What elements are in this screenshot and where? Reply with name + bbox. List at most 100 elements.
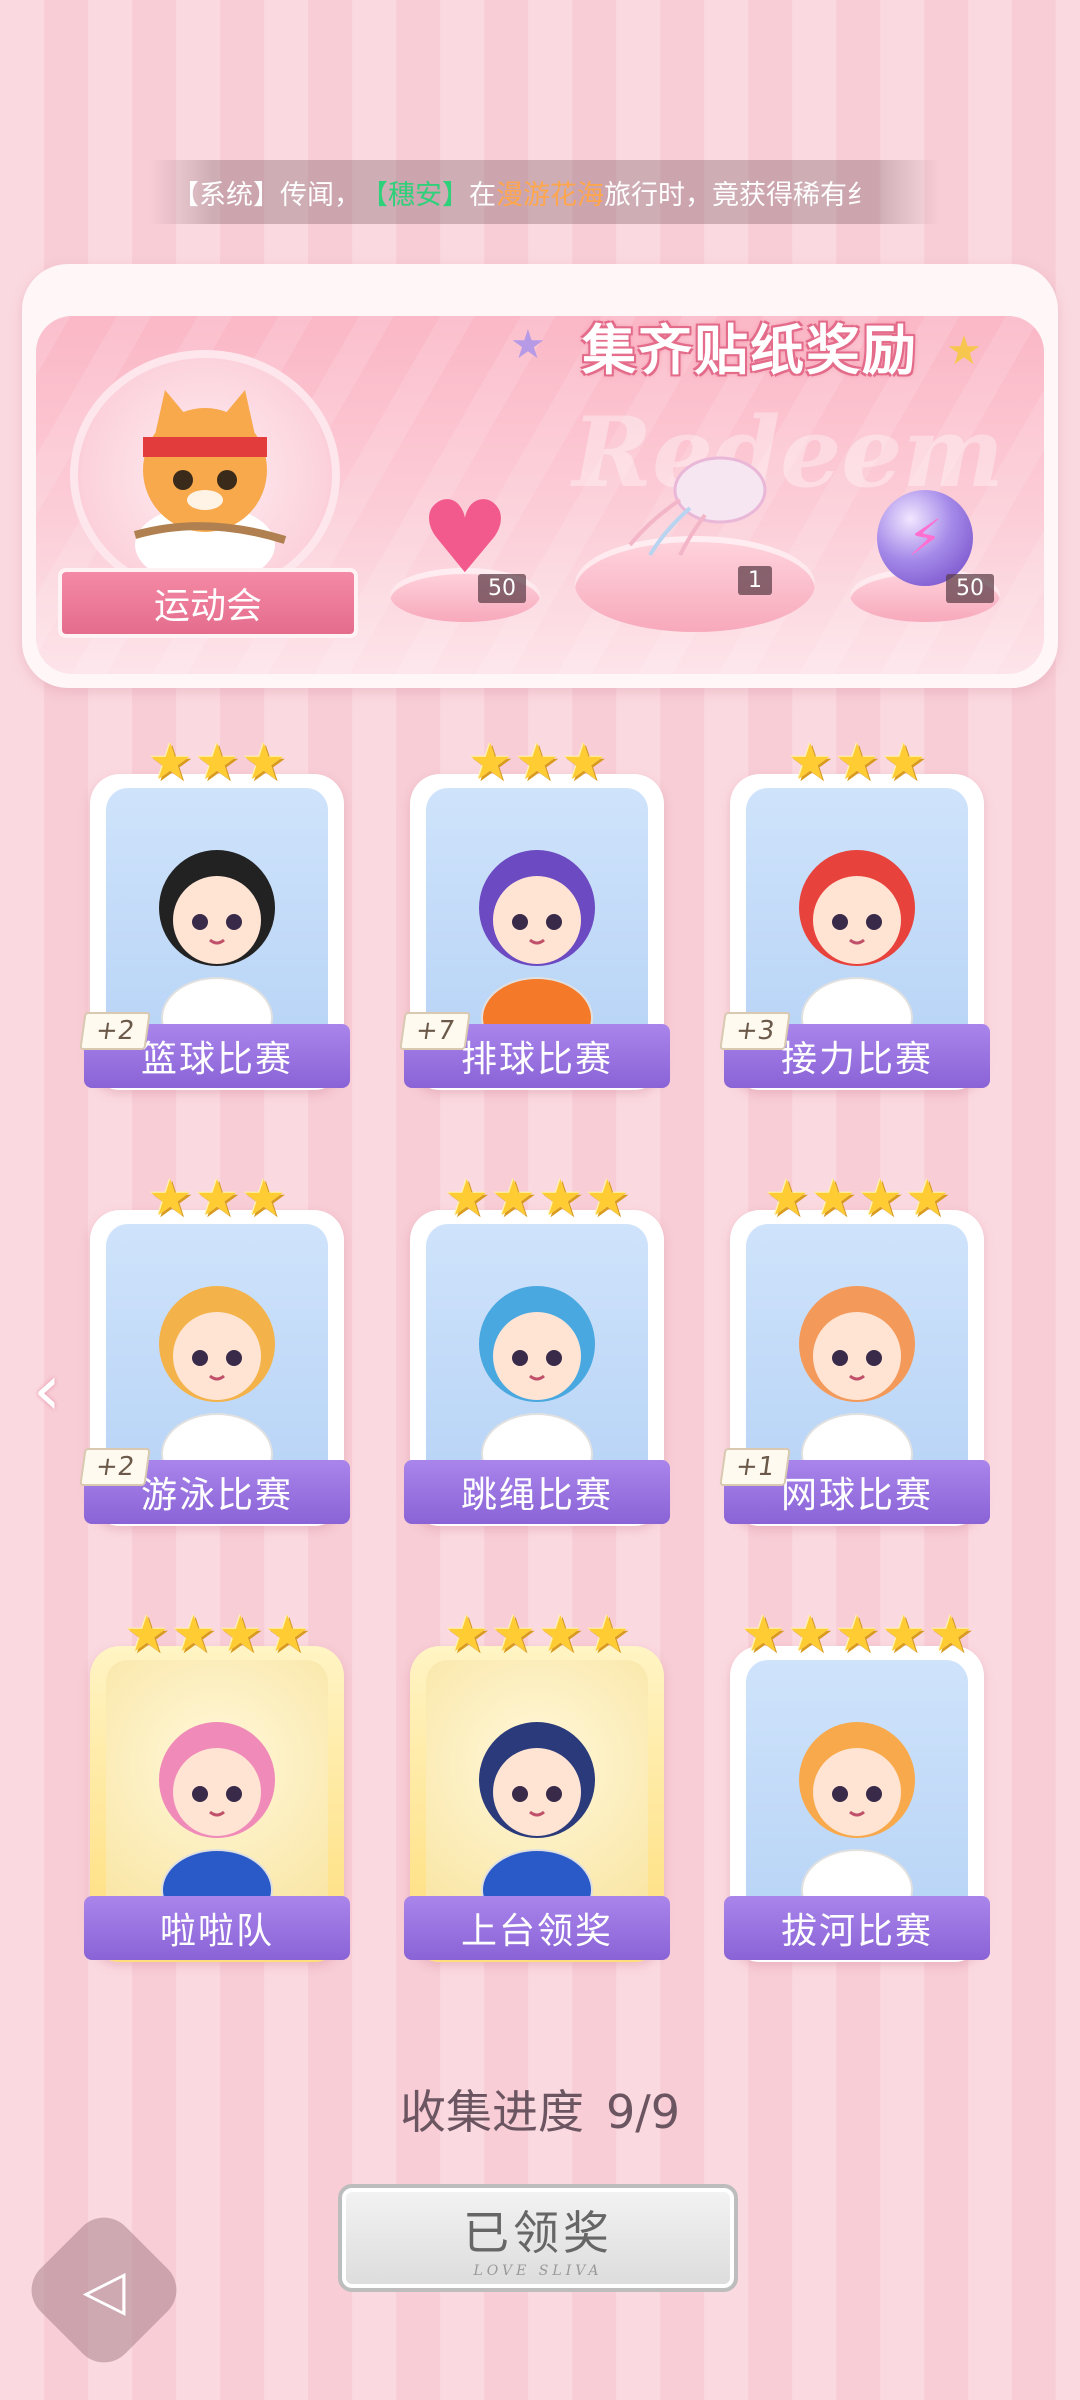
back-arrow-icon: ◁	[82, 2257, 126, 2323]
chibi-character-icon	[159, 1286, 275, 1482]
star-icon: ★	[241, 1169, 287, 1227]
sticker-art	[106, 1660, 328, 1918]
system-broadcast-marquee: 【系统】传闻， 【穗安】 在 漫游花海 旅行时，竟获得稀有纟	[150, 160, 940, 224]
marquee-mid: 在	[469, 179, 496, 211]
star-icon: ★	[514, 733, 560, 791]
star-icon: ★	[124, 1605, 170, 1663]
star-icon: ★	[171, 1605, 216, 1663]
previous-page-arrow-icon[interactable]: ‹	[22, 1349, 72, 1431]
collection-progress: 收集进度 9/9	[0, 2076, 1080, 2142]
star-icon: ★	[538, 1169, 583, 1227]
sticker-card[interactable]: ★ ★ ★ 接力比赛 +3	[719, 734, 990, 1090]
star-icon: ★	[194, 1169, 240, 1227]
reward-count: 50	[478, 574, 526, 603]
sticker-card[interactable]: ★ ★ ★ 排球比赛 +7	[399, 734, 670, 1090]
star-rating: ★ ★ ★	[410, 734, 664, 790]
star-icon: ★	[491, 1605, 536, 1663]
sticker-card[interactable]: ★ ★ ★ ★ 上台领奖	[404, 1606, 670, 1962]
chibi-character-icon	[479, 850, 595, 1046]
claimed-button-label: 已领奖	[463, 2206, 613, 2260]
star-icon: ★	[561, 733, 607, 791]
chibi-character-icon	[799, 1722, 915, 1918]
star-decoration-icon: ★	[946, 328, 982, 374]
star-icon: ★	[444, 1605, 490, 1663]
theme-label: 运动会	[153, 586, 262, 627]
sticker-bonus-count: +2	[79, 1448, 151, 1486]
sticker-card[interactable]: ★ ★ ★ 游泳比赛 +2	[79, 1170, 350, 1526]
sticker-card[interactable]: ★ ★ ★ ★ 网球比赛 +1	[719, 1169, 990, 1526]
star-rating: ★ ★ ★	[90, 1170, 344, 1226]
cat-mascot-icon	[133, 390, 287, 575]
star-icon: ★	[241, 733, 287, 791]
star-icon: ★	[928, 1605, 974, 1663]
star-icon: ★	[881, 733, 927, 791]
sticker-card-label: 上台领奖	[404, 1896, 670, 1960]
star-icon: ★	[858, 1169, 903, 1227]
sticker-art	[426, 1660, 648, 1918]
claimed-button-sub: LOVE SLIVA	[473, 2263, 603, 2279]
lightning-orb-icon[interactable]: ⚡	[870, 488, 980, 588]
chibi-character-icon	[479, 1722, 595, 1918]
theme-label-ribbon: 运动会	[58, 568, 358, 638]
sticker-art	[106, 1224, 328, 1482]
sticker-art	[746, 1660, 968, 1918]
star-icon: ★	[194, 733, 240, 791]
sticker-art	[106, 788, 328, 1046]
star-icon: ★	[740, 1605, 786, 1663]
progress-label: 收集进度	[399, 2085, 584, 2139]
star-icon: ★	[904, 1169, 950, 1227]
star-icon: ★	[881, 1605, 927, 1663]
star-rating: ★ ★ ★	[90, 734, 344, 790]
sticker-bonus-count: +7	[399, 1012, 471, 1050]
star-icon: ★	[787, 733, 833, 791]
chibi-character-icon	[159, 1722, 275, 1918]
heart-gem-icon[interactable]: ♥	[410, 488, 520, 588]
sticker-art	[426, 788, 648, 1046]
star-icon: ★	[444, 1169, 490, 1227]
marquee-prefix: 【系统】传闻，	[172, 179, 361, 211]
banner-title-wrap: 集齐贴纸奖励	[540, 300, 960, 390]
star-rating: ★ ★ ★ ★	[410, 1170, 664, 1226]
chibi-character-icon	[159, 850, 275, 1046]
sticker-card[interactable]: ★ ★ ★ ★ ★ 拔河比赛	[724, 1606, 990, 1962]
sticker-card[interactable]: ★ ★ ★ ★ 跳绳比赛	[404, 1170, 670, 1526]
star-icon: ★	[764, 1169, 810, 1227]
marquee-suffix: 旅行时，竟获得稀有纟	[604, 179, 874, 211]
claimed-button[interactable]: 已领奖 LOVE SLIVA	[338, 2184, 738, 2292]
reward-count: 1	[738, 566, 772, 595]
star-icon: ★	[147, 1169, 193, 1227]
sticker-card[interactable]: ★ ★ ★ 篮球比赛 +2	[79, 734, 350, 1090]
progress-value: 9/9	[605, 2085, 681, 2139]
star-icon: ★	[834, 733, 880, 791]
star-icon: ★	[264, 1605, 310, 1663]
star-icon: ★	[218, 1605, 263, 1663]
sticker-art	[746, 788, 968, 1046]
star-icon: ★	[811, 1169, 856, 1227]
star-icon: ★	[584, 1169, 630, 1227]
star-icon: ★	[538, 1605, 583, 1663]
star-rating: ★ ★ ★ ★ ★	[730, 1606, 984, 1662]
sticker-card-label: 跳绳比赛	[404, 1460, 670, 1524]
sticker-card[interactable]: ★ ★ ★ ★ 啦啦队	[84, 1605, 350, 1962]
sticker-card-label: 拔河比赛	[724, 1896, 990, 1960]
back-button[interactable]: ◁	[19, 2205, 189, 2375]
star-icon: ★	[834, 1605, 880, 1663]
star-icon: ★	[467, 733, 513, 791]
chibi-character-icon	[799, 850, 915, 1046]
star-icon: ★	[787, 1605, 833, 1663]
jellyfish-icon[interactable]	[610, 450, 780, 560]
chibi-character-icon	[799, 1286, 915, 1482]
banner-title: 集齐贴纸奖励	[582, 318, 918, 382]
sticker-art	[746, 1224, 968, 1482]
theme-avatar[interactable]	[70, 350, 340, 600]
star-icon: ★	[147, 733, 193, 791]
marquee-player: 【穗安】	[361, 179, 469, 211]
sticker-bonus-count: +3	[719, 1012, 791, 1050]
chibi-character-icon	[479, 1286, 595, 1482]
sticker-bonus-count: +1	[719, 1448, 791, 1486]
star-icon: ★	[491, 1169, 536, 1227]
star-rating: ★ ★ ★	[730, 734, 984, 790]
star-rating: ★ ★ ★ ★	[410, 1606, 664, 1662]
star-icon: ★	[584, 1605, 630, 1663]
reward-count: 50	[946, 574, 994, 603]
